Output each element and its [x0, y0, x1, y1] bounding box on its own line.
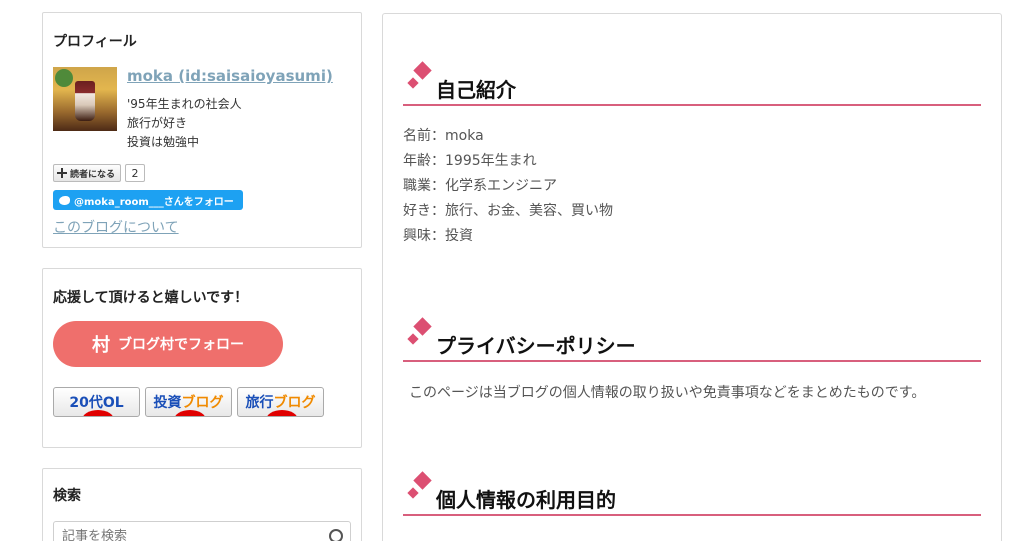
profile-name-link[interactable]: moka (id:saisaioyasumi)	[127, 67, 333, 85]
profile-desc-line: '95年生まれの社会人	[127, 97, 242, 111]
blogmura-follow-label: ブログ村でフォロー	[118, 337, 244, 353]
page: プロフィール moka (id:saisaioyasumi) '95年生まれの社…	[0, 0, 1029, 541]
banner-text: 20代OL	[69, 395, 124, 411]
banner-text: 旅行	[245, 395, 274, 411]
support-module: 応援して頂けると嬉しいです！ 村 ブログ村でフォロー 20代OL 投資 ブログ 旅…	[42, 268, 362, 448]
blogmura-follow-button[interactable]: 村 ブログ村でフォロー	[53, 321, 283, 367]
subscriber-count: 2	[125, 164, 146, 182]
main-article: 自己紹介 名前：moka 年齢：1995年生まれ 職業：化学系エンジニア 好き：…	[382, 13, 1002, 541]
profile-desc-line: 旅行が好き	[127, 116, 188, 130]
profile-description: '95年生まれの社会人 旅行が好き 投資は勉強中	[127, 95, 242, 152]
ranking-banners: 20代OL 投資 ブログ 旅行 ブログ	[53, 387, 324, 417]
section-title: プライバシーポリシー	[436, 334, 636, 358]
search-icon[interactable]	[329, 529, 343, 541]
intro-list: 名前：moka 年齢：1995年生まれ 職業：化学系エンジニア 好き：旅行、お金…	[403, 124, 613, 249]
profile-desc-line: 投資は勉強中	[127, 135, 200, 149]
section-title: 個人情報の利用目的	[436, 488, 616, 512]
village-icon: 村	[92, 335, 110, 356]
subscribe-button[interactable]: 読者になる	[53, 164, 122, 182]
plus-icon	[57, 168, 67, 178]
twitter-bird-icon	[59, 195, 70, 205]
banner-text: 投資	[153, 395, 182, 411]
section-title: 自己紹介	[436, 78, 516, 102]
banner-travel-blog[interactable]: 旅行 ブログ	[237, 387, 324, 417]
banner-20s-ol[interactable]: 20代OL	[53, 387, 140, 417]
profile-title: プロフィール	[53, 34, 137, 50]
intro-item: 年齢：1995年生まれ	[403, 153, 537, 169]
search-module: 検索	[42, 468, 362, 541]
search-input[interactable]	[53, 521, 351, 541]
profile-module: プロフィール moka (id:saisaioyasumi) '95年生まれの社…	[42, 12, 362, 248]
section-heading-purpose: 個人情報の利用目的	[403, 472, 981, 516]
intro-item: 興味：投資	[403, 228, 473, 244]
support-title: 応援して頂けると嬉しいです！	[53, 290, 249, 306]
diamond-icon	[411, 474, 431, 494]
intro-item: 好き：旅行、お金、美容、買い物	[403, 203, 613, 219]
twitter-follow-button[interactable]: @moka_room___さんをフォロー	[53, 190, 243, 210]
twitter-follow-label: @moka_room___さんをフォロー	[74, 196, 234, 208]
avatar-drink-image	[75, 81, 95, 121]
section-heading-privacy: プライバシーポリシー	[403, 318, 981, 362]
privacy-intro-text: このページは当ブログの個人情報の取り扱いや免責事項などをまとめたものです。	[409, 385, 926, 401]
banner-text-accent: ブログ	[181, 395, 224, 411]
banner-investment-blog[interactable]: 投資 ブログ	[145, 387, 232, 417]
intro-item: 名前：moka	[403, 128, 484, 144]
intro-item: 職業：化学系エンジニア	[403, 178, 557, 194]
avatar[interactable]	[53, 67, 117, 131]
subscribe-widget: 読者になる 2	[53, 164, 146, 182]
subscribe-label: 読者になる	[70, 169, 116, 180]
sidebar: プロフィール moka (id:saisaioyasumi) '95年生まれの社…	[42, 12, 362, 541]
banner-text-accent: ブログ	[273, 395, 316, 411]
diamond-icon	[411, 64, 431, 84]
about-blog-link[interactable]: このブログについて	[53, 217, 179, 237]
section-heading-intro: 自己紹介	[403, 62, 981, 106]
diamond-icon	[411, 320, 431, 340]
avatar-leaf-decoration	[55, 69, 73, 87]
search-title: 検索	[53, 488, 81, 504]
